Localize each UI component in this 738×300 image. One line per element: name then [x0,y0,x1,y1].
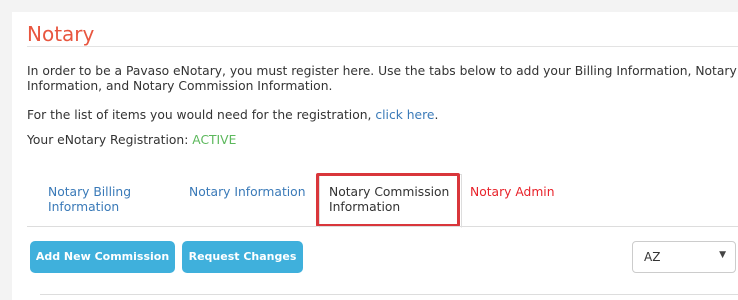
page-title: Notary [27,22,95,46]
registration-status-line: Your eNotary Registration: ACTIVE [27,133,738,148]
registration-label: Your eNotary Registration: [27,133,189,147]
left-gutter [0,12,12,300]
top-bar [0,0,738,12]
items-suffix: . [434,108,439,122]
state-select-value: AZ [644,250,661,264]
chevron-down-icon: ▼ [719,250,726,260]
tab-label-line-2: Information [48,200,120,214]
items-text: For the list of items you would need for… [27,108,738,123]
tabs-divider [27,226,738,227]
intro-text: In order to be a Pavaso eNotary, you mus… [27,64,738,94]
items-prefix: For the list of items you would need for… [27,108,372,122]
tab-notary-billing-information[interactable]: Notary Billing Information [48,185,168,215]
state-select[interactable]: AZ ▼ [632,241,736,273]
tab-notary-admin[interactable]: Notary Admin [470,185,555,200]
add-new-commission-button[interactable]: Add New Commission [30,241,175,273]
request-changes-button[interactable]: Request Changes [182,241,303,273]
intro-line-1: In order to be a Pavaso eNotary, you mus… [27,64,737,78]
title-divider [27,46,738,47]
highlight-box [316,173,460,227]
intro-line-2: Information, and Notary Commission Infor… [27,79,333,93]
registration-status: ACTIVE [192,133,237,147]
content-divider [40,294,738,295]
tab-notary-information[interactable]: Notary Information [189,185,306,200]
click-here-link[interactable]: click here [375,108,434,122]
tab-label-line-1: Notary Billing [48,185,132,199]
